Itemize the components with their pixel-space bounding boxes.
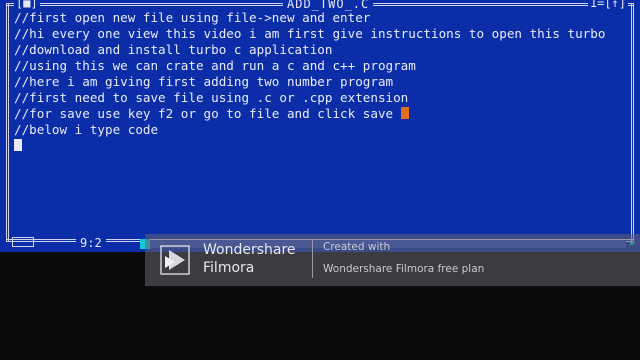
created-with-label: Created with — [323, 241, 391, 253]
code-line: //first need to save file using .c or .c… — [14, 90, 409, 105]
code-line: //here i am giving first adding two numb… — [14, 74, 394, 89]
zoom-box-icon[interactable]: 1=[↑] — [587, 0, 628, 10]
modified-indicator-icon — [12, 237, 34, 247]
filmora-watermark: Wondershare Filmora Created with Wonders… — [145, 234, 640, 286]
watermark-divider — [312, 240, 313, 278]
code-area[interactable]: //first open new file using file->new an… — [14, 10, 605, 154]
watermark-created-with: Created with Wondershare Filmora free pl… — [323, 240, 484, 276]
filmora-logo-icon — [160, 245, 190, 275]
free-plan-label: Wondershare Filmora free plan — [323, 263, 485, 275]
code-line: //first open new file using file->new an… — [14, 10, 371, 25]
window-frame-left — [6, 3, 9, 242]
brand-line2: Filmora — [203, 260, 255, 276]
brand-line1: Wondershare — [203, 242, 296, 258]
editor-window[interactable]: [■] ADD_TWO_.C 1=[↑] //first open new fi… — [0, 0, 640, 252]
watermark-brand: Wondershare Filmora — [203, 241, 296, 277]
code-line: //below i type code — [14, 122, 159, 137]
text-cursor-icon — [14, 139, 22, 151]
cursor-position: 9:2 — [76, 236, 106, 250]
window-frame-right — [631, 3, 634, 242]
code-line-text: //for save use key f2 or go to file and … — [14, 106, 401, 121]
close-box-icon[interactable]: [■] — [14, 0, 40, 10]
code-line-save: //for save use key f2 or go to file and … — [14, 106, 605, 122]
orange-cursor-icon — [400, 107, 409, 119]
code-line: //using this we can crate and run a c an… — [14, 58, 416, 73]
code-line: //download and install turbo c applicati… — [14, 42, 333, 57]
cursor-line — [14, 138, 605, 154]
code-line: //hi every one view this video i am firs… — [14, 26, 606, 41]
